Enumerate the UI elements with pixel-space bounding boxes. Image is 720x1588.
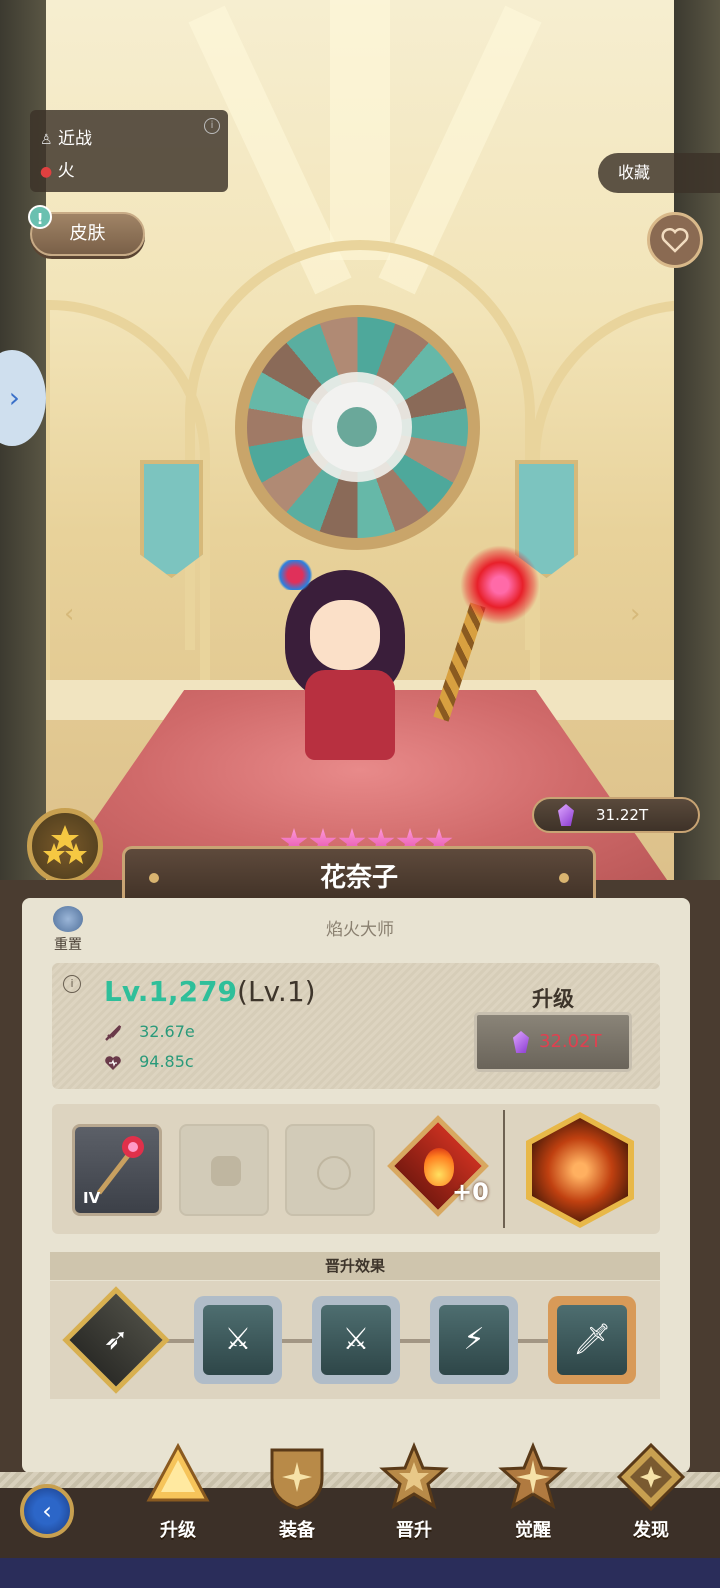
nav-discover-label: 发现 (633, 1520, 669, 1541)
element-row: ● 火 (40, 156, 75, 181)
shield-icon (270, 1448, 324, 1510)
staff-flower-head (460, 545, 540, 625)
hero-traits-box[interactable]: ♙ 近战 ● 火 i (30, 110, 228, 192)
purple-gem-icon (558, 804, 574, 826)
hero-screen: ‹ › ♙ 近战 ● 火 i 皮肤 ! 收藏 › 31.22T 花奈子 重置 焰… (0, 0, 720, 1588)
attack-type-row: ♙ 近战 (40, 124, 92, 149)
bow-icon: ➶ (103, 1322, 129, 1357)
fire-rune-icon (424, 1148, 454, 1186)
staff-shaft (433, 602, 486, 722)
sword-icon: 🗡 (572, 1322, 612, 1357)
back-button[interactable]: ‹ (20, 1484, 74, 1538)
plate-ornament (149, 873, 159, 883)
stats-info-icon[interactable]: i (63, 975, 81, 993)
upgrade-cost: 32.02T (539, 1031, 602, 1052)
favorite-heart-button[interactable] (647, 212, 703, 268)
nav-promote-label: 晋升 (396, 1520, 432, 1541)
element-label: 火 (57, 161, 75, 181)
nav-discover[interactable]: 发现 (606, 1442, 696, 1542)
armor-slot[interactable] (179, 1124, 269, 1216)
weapon-slot[interactable]: IV (72, 1124, 162, 1216)
left-banner (140, 460, 203, 578)
gold-stars-icon (43, 825, 87, 864)
promotion-node-5[interactable]: 🗡 (548, 1296, 636, 1384)
upgrade-button[interactable]: 32.02T (474, 1012, 632, 1072)
currency-display: 31.22T (532, 797, 700, 833)
heart-hp-icon (105, 1055, 121, 1070)
upgrade-title: 升级 (532, 987, 574, 1011)
star-badge-icon (379, 1442, 449, 1510)
promotion-node-4[interactable]: ⚡ (430, 1296, 518, 1384)
nav-equipment-label: 装备 (279, 1520, 315, 1541)
hero-grade-badge (27, 808, 103, 884)
left-rail-ornament: ‹ (64, 599, 75, 629)
hair-flower (275, 560, 315, 590)
light-beam (330, 0, 390, 260)
discover-diamond-icon (616, 1442, 686, 1512)
equipment-divider (503, 1110, 505, 1228)
right-rail-ornament: › (630, 599, 641, 629)
health-stat: 94.85c (104, 1052, 194, 1072)
nav-awaken-label: 觉醒 (515, 1520, 551, 1541)
purple-gem-icon (513, 1031, 529, 1053)
promotion-node-2[interactable]: ⚔ (194, 1296, 282, 1384)
current-level: Lv.1,279 (104, 975, 238, 1008)
accessory-slot[interactable] (285, 1124, 375, 1216)
upgrade-arrow-icon (146, 1442, 210, 1502)
hero-face (310, 600, 380, 670)
armor-placeholder-icon (211, 1156, 241, 1186)
necklace-placeholder-icon (317, 1156, 351, 1190)
plate-ornament (559, 873, 569, 883)
fireworks-skill[interactable] (522, 1110, 640, 1228)
window-gear-ornament (312, 382, 402, 472)
hero-level: Lv.1,279(Lv.1) (104, 975, 316, 1008)
critical-up-icon: ⚡ (463, 1322, 485, 1357)
skin-alert-icon: ! (28, 205, 52, 229)
attack-type-label: 近战 (57, 129, 92, 149)
nav-upgrade-label: 升级 (160, 1520, 196, 1541)
nav-base (0, 1558, 720, 1588)
heart-icon (661, 227, 689, 253)
sword-icon (105, 1024, 122, 1041)
hero-body (305, 670, 395, 760)
awaken-star-icon (498, 1442, 568, 1510)
info-icon[interactable]: i (204, 118, 220, 134)
melee-icon: ♙ (40, 132, 53, 148)
skin-button-label: 皮肤 (69, 223, 106, 244)
nav-awaken[interactable]: 觉醒 (488, 1442, 578, 1542)
hero-title: 焰火大师 (326, 920, 394, 940)
nav-equipment[interactable]: 装备 (252, 1442, 342, 1542)
hero-name: 花奈子 (319, 863, 398, 893)
promotion-header: 晋升效果 (50, 1252, 660, 1280)
sword-up-icon: ⚔ (342, 1322, 370, 1357)
currency-amount: 31.22T (596, 806, 649, 824)
nav-upgrade[interactable]: 升级 (133, 1442, 223, 1542)
rune-slot[interactable]: +0 (387, 1115, 490, 1218)
collection-button[interactable]: 收藏 (598, 153, 720, 193)
right-wall (674, 0, 720, 890)
health-value: 94.85c (139, 1052, 194, 1071)
sword-up-icon: ⚔ (224, 1322, 252, 1357)
nav-promote[interactable]: 晋升 (369, 1442, 459, 1542)
back-arrow-icon: ‹ (42, 1497, 52, 1525)
attack-value: 32.67e (139, 1022, 195, 1041)
promotion-node-3[interactable]: ⚔ (312, 1296, 400, 1384)
base-level: (Lv.1) (237, 975, 316, 1008)
attack-stat: 32.67e (104, 1022, 195, 1042)
fire-element-icon: ● (40, 164, 53, 180)
flower-staff (433, 545, 550, 735)
weapon-tier: IV (83, 1189, 101, 1207)
rune-level: +0 (452, 1178, 489, 1206)
collection-label: 收藏 (618, 163, 651, 182)
